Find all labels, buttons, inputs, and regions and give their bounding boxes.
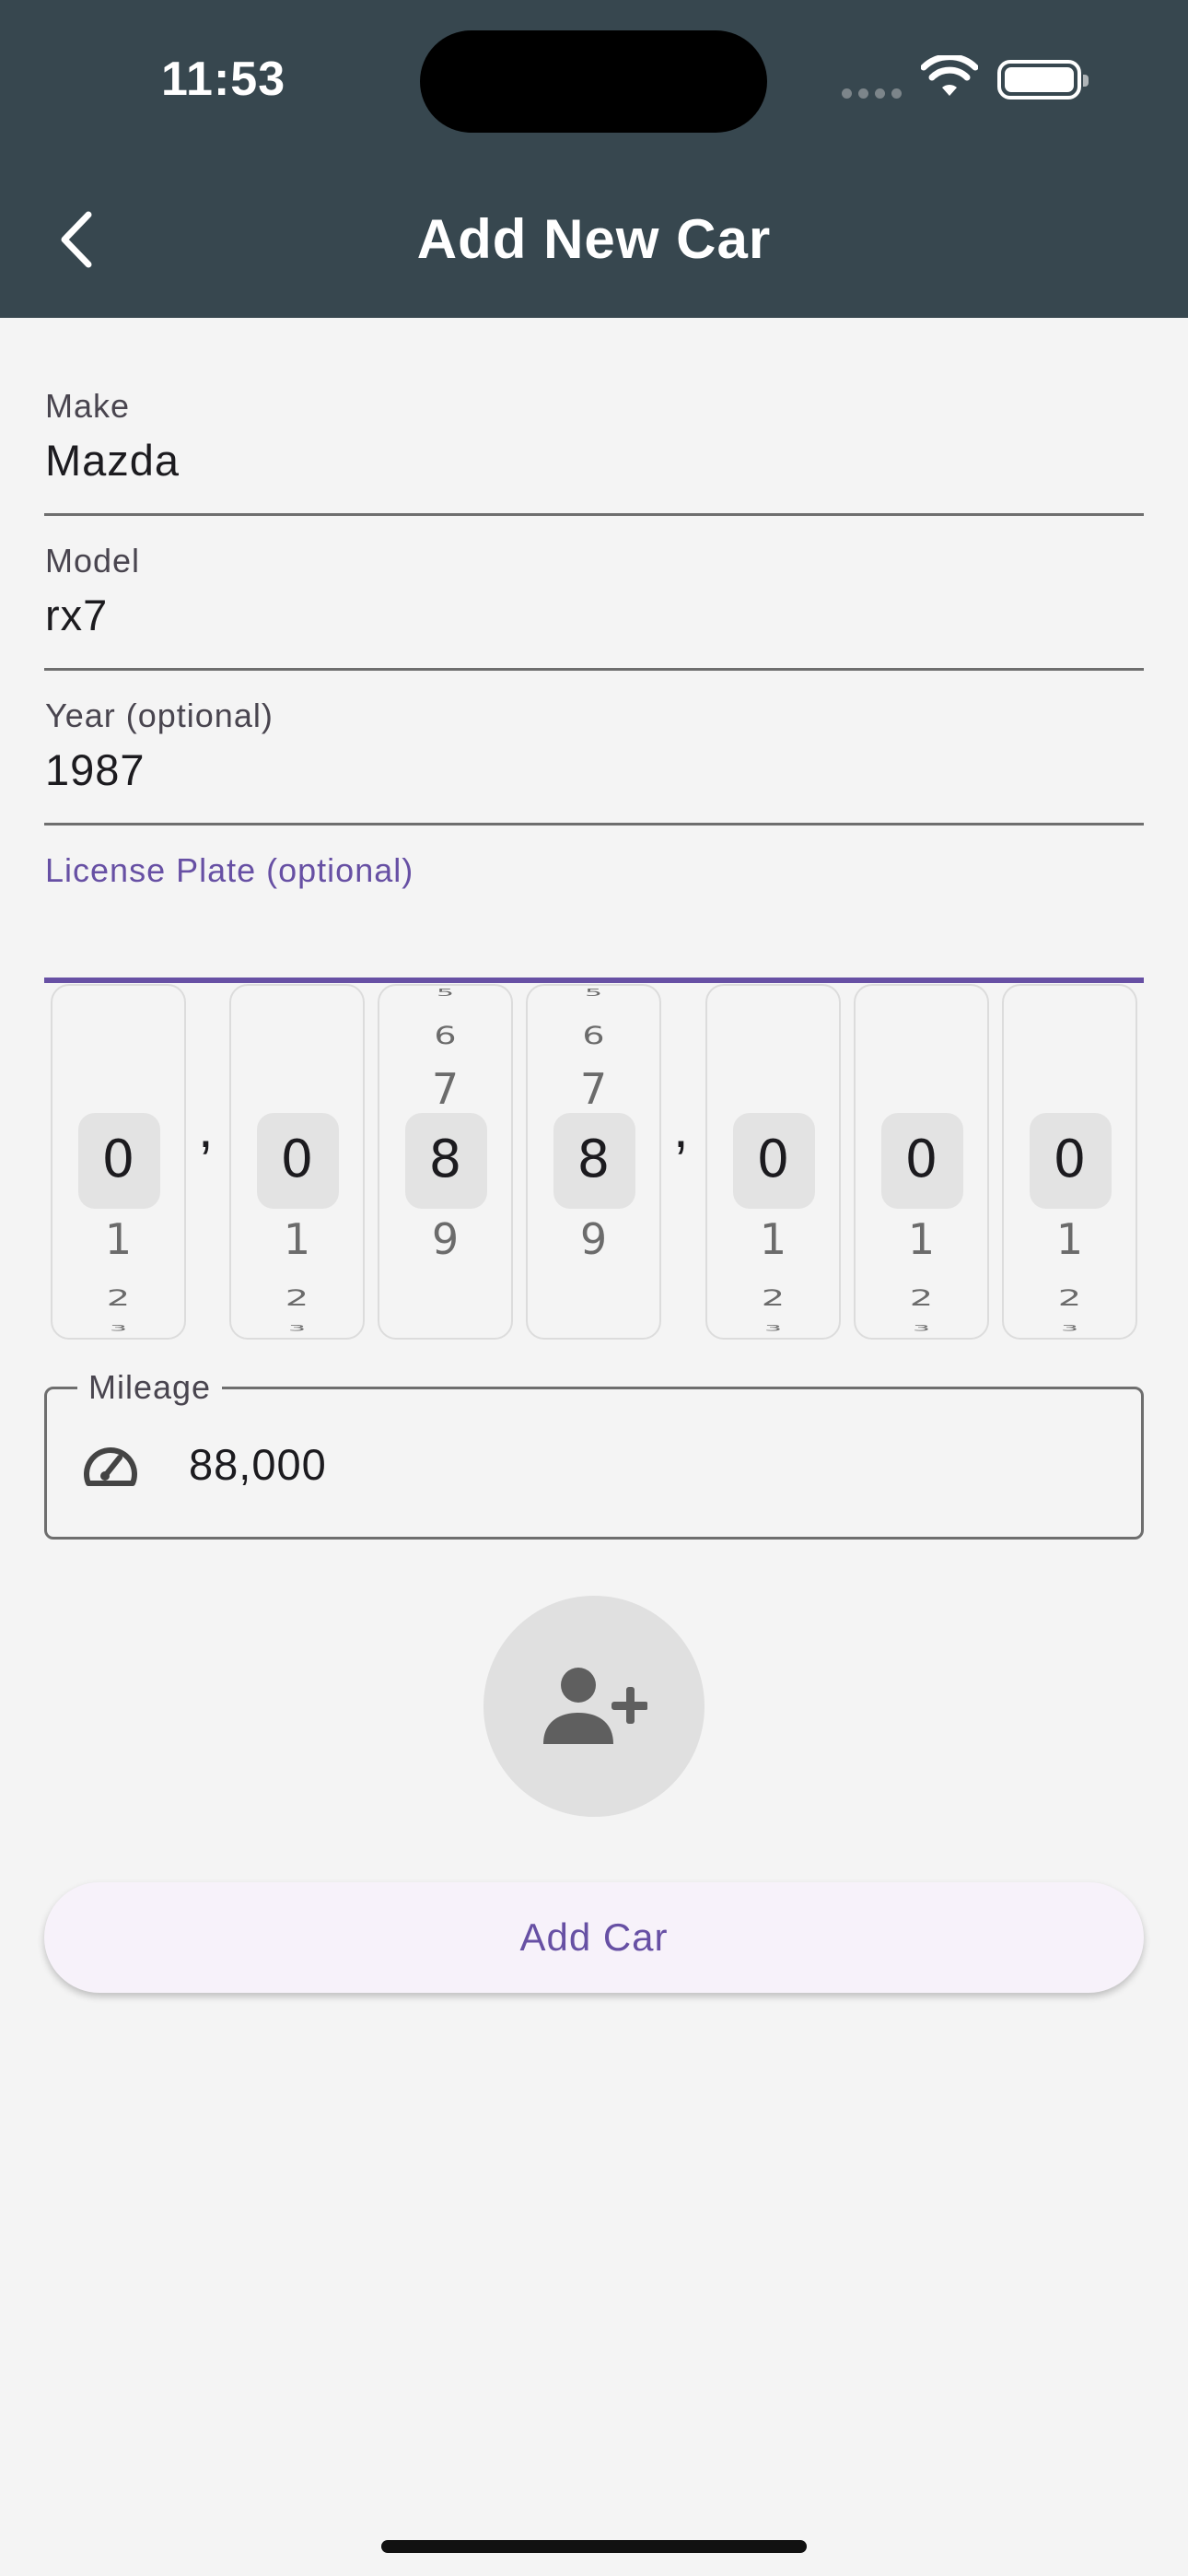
page-title: Add New Car	[416, 208, 772, 270]
dynamic-island	[420, 30, 767, 133]
selected-digit: 0	[101, 1130, 135, 1189]
make-label: Make	[45, 387, 131, 425]
digit-wheel[interactable]: 0 1 2 3	[229, 984, 365, 1340]
year-label: Year (optional)	[45, 697, 274, 734]
digit-wheel[interactable]: 0 1 2 3	[705, 984, 841, 1340]
selected-digit: 0	[756, 1130, 790, 1189]
selected-digit: 8	[428, 1130, 462, 1189]
selected-digit: 0	[904, 1130, 938, 1189]
model-label: Model	[45, 542, 141, 580]
year-field[interactable]: Year (optional) 1987	[44, 697, 1144, 825]
year-value[interactable]: 1987	[45, 744, 146, 795]
selected-digit: 0	[1053, 1130, 1087, 1189]
selected-digit: 0	[280, 1130, 314, 1189]
person-add-icon	[543, 1668, 647, 1744]
signal-icon	[842, 88, 902, 99]
mileage-value[interactable]: 88,000	[189, 1439, 327, 1490]
digit-wheel[interactable]: 0 1 2 3	[854, 984, 989, 1340]
model-value[interactable]: rx7	[45, 590, 108, 640]
app-bar: 11:53 Add New Car	[0, 0, 1188, 318]
license-plate-label: License Plate (optional)	[45, 851, 414, 889]
mileage-label: Mileage	[77, 1368, 223, 1407]
speedometer-icon	[84, 1447, 137, 1486]
add-owner-button[interactable]	[483, 1596, 705, 1817]
selected-digit: 8	[577, 1130, 611, 1189]
digit-wheel[interactable]: 0 1 2 3	[1002, 984, 1137, 1340]
digit-wheel[interactable]: 5 6 7 8 9	[378, 984, 513, 1340]
wifi-icon	[921, 55, 978, 96]
make-value[interactable]: Mazda	[45, 435, 180, 486]
home-indicator[interactable]	[381, 2540, 807, 2553]
make-field[interactable]: Make Mazda	[44, 387, 1144, 516]
license-plate-field[interactable]: License Plate (optional)	[44, 851, 1144, 983]
digit-wheel[interactable]: 5 6 7 8 9	[526, 984, 661, 1340]
model-field[interactable]: Model rx7	[44, 542, 1144, 671]
thousands-separator: ,	[198, 1097, 214, 1159]
digit-wheel[interactable]: 0 1 2 3	[51, 984, 186, 1340]
add-car-button[interactable]: Add Car	[44, 1882, 1144, 1993]
battery-icon	[997, 60, 1089, 100]
status-time: 11:53	[161, 53, 286, 106]
thousands-separator: ,	[673, 1097, 689, 1159]
